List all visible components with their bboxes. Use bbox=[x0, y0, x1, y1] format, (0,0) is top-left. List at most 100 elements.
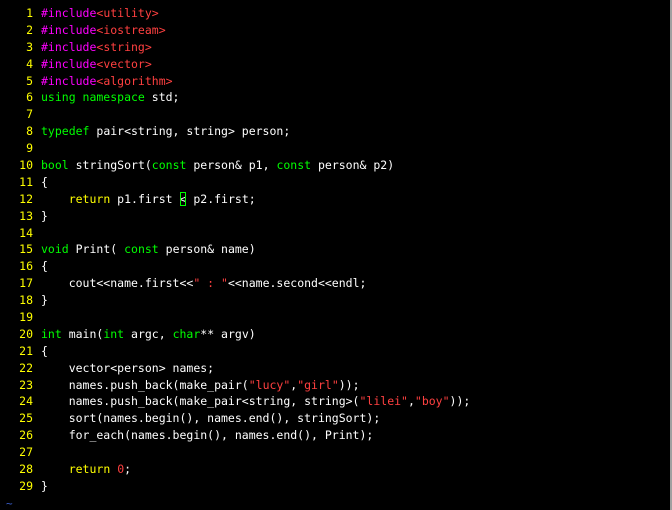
code-token: std; bbox=[144, 90, 180, 105]
code-token: void bbox=[41, 242, 69, 257]
line-number: 18 bbox=[19, 293, 33, 308]
code-token: <vector> bbox=[96, 56, 152, 71]
code-line[interactable]: 26 for_each(names.begin(), names.end(), … bbox=[0, 427, 670, 444]
line-number: 7 bbox=[26, 107, 33, 122]
code-token: "boy" bbox=[414, 394, 450, 409]
line-number: 26 bbox=[19, 428, 33, 443]
code-token: )); bbox=[449, 394, 471, 409]
code-line[interactable]: 22 vector<person> names; bbox=[0, 360, 670, 377]
code-token: #include bbox=[41, 56, 97, 71]
line-number: 11 bbox=[19, 174, 33, 189]
line-number: 21 bbox=[19, 343, 33, 358]
code-line[interactable]: 5 #include<algorithm> bbox=[0, 73, 670, 90]
code-token: )); bbox=[338, 377, 360, 392]
code-token: names.push_back(make_pair( bbox=[41, 377, 249, 392]
line-number: 27 bbox=[19, 445, 33, 460]
code-token: using namespace bbox=[41, 90, 145, 105]
code-token: } bbox=[41, 478, 48, 493]
code-token: #include bbox=[41, 22, 97, 37]
code-token: return bbox=[68, 462, 111, 477]
code-token: <algorithm> bbox=[96, 73, 173, 88]
code-token: names.push_back(make_pair<string, string… bbox=[41, 394, 360, 409]
code-line[interactable]: 17 cout<<name.first<<" : "<<name.second<… bbox=[0, 275, 670, 292]
code-line[interactable]: 16 { bbox=[0, 258, 670, 275]
code-line[interactable]: 15 void Print( const person& name) bbox=[0, 241, 670, 258]
code-token: bool bbox=[41, 158, 69, 173]
line-number: 25 bbox=[19, 411, 33, 426]
line-number: 22 bbox=[19, 360, 33, 375]
code-token: "lilei" bbox=[359, 394, 408, 409]
code-lines[interactable]: 1 #include<utility> 2 #include<iostream> 3 #i… bbox=[0, 5, 670, 495]
code-line[interactable]: 2 #include<iostream> bbox=[0, 22, 670, 39]
line-number: 13 bbox=[19, 208, 33, 223]
code-token: ** argv) bbox=[200, 326, 256, 341]
code-token: main( bbox=[61, 326, 104, 341]
code-token: argc, bbox=[124, 326, 173, 341]
line-number: 14 bbox=[19, 225, 33, 240]
code-line[interactable]: 13} bbox=[0, 208, 670, 225]
code-token: vector<person> names; bbox=[41, 360, 215, 375]
code-line[interactable]: 27 bbox=[0, 444, 670, 461]
empty-line-marker: ~ bbox=[6, 497, 13, 510]
code-token: person& name) bbox=[158, 242, 256, 257]
code-token: int bbox=[103, 326, 125, 341]
code-line[interactable]: 29} bbox=[0, 478, 670, 495]
code-token: } bbox=[41, 293, 48, 308]
line-number: 8 bbox=[26, 124, 33, 139]
code-line[interactable]: 18} bbox=[0, 292, 670, 309]
code-line[interactable]: 28 return 0; bbox=[0, 461, 670, 478]
code-line[interactable]: 24 names.push_back(make_pair<string, str… bbox=[0, 393, 670, 410]
code-token: stringSort( bbox=[68, 158, 152, 173]
code-token: cout<<name.first<< bbox=[41, 276, 194, 291]
code-token: for_each(names.begin(), names.end(), Pri… bbox=[41, 428, 374, 443]
code-token: const bbox=[124, 242, 159, 257]
code-token: { bbox=[41, 174, 48, 189]
line-number: 12 bbox=[19, 191, 33, 206]
code-line[interactable]: 23 names.push_back(make_pair("lucy","gir… bbox=[0, 377, 670, 394]
code-token: char bbox=[172, 326, 201, 341]
code-line[interactable]: 1 #include<utility> bbox=[0, 5, 670, 22]
code-token: { bbox=[41, 259, 48, 274]
code-token: "girl" bbox=[297, 377, 339, 392]
line-number: 23 bbox=[19, 377, 33, 392]
code-line[interactable]: 19 bbox=[0, 309, 670, 326]
code-token: <utility> bbox=[96, 6, 159, 20]
code-line[interactable]: 9 bbox=[0, 140, 670, 157]
line-number: 28 bbox=[19, 462, 33, 477]
code-line[interactable]: 4 #include<vector> bbox=[0, 56, 670, 73]
line-number: 17 bbox=[19, 276, 33, 291]
code-line[interactable]: 20 int main(int argc, char** argv) bbox=[0, 326, 670, 343]
code-line[interactable]: 6 using namespace std; bbox=[0, 89, 670, 106]
code-token: person& p2) bbox=[311, 158, 395, 173]
code-line[interactable]: 10 bool stringSort(const person& p1, cons… bbox=[0, 157, 670, 174]
code-token: <string> bbox=[96, 39, 152, 54]
code-token: " : " bbox=[193, 276, 228, 291]
line-number: 2 bbox=[26, 22, 33, 37]
code-line[interactable]: 14 bbox=[0, 225, 670, 242]
code-line[interactable]: 11 { bbox=[0, 174, 670, 191]
line-number: 10 bbox=[19, 158, 33, 173]
line-number: 6 bbox=[26, 90, 33, 105]
code-token: sort(names.begin(), names.end(), stringS… bbox=[41, 411, 381, 426]
code-line[interactable]: 3 #include<string> bbox=[0, 39, 670, 56]
code-token: typedef bbox=[41, 124, 90, 139]
code-token: #include bbox=[41, 39, 97, 54]
code-line[interactable]: 12 return p1.first < p2.first; bbox=[0, 191, 670, 208]
line-number: 5 bbox=[26, 73, 33, 88]
code-token: #include bbox=[41, 6, 97, 20]
code-token: pair<string, string> person; bbox=[89, 124, 291, 139]
code-line[interactable]: 8 typedef pair<string, string> person; bbox=[0, 123, 670, 140]
code-token: p1.first bbox=[110, 191, 180, 206]
code-token: <<name.second<<endl; bbox=[227, 276, 367, 291]
code-line[interactable]: 25 sort(names.begin(), names.end(), stri… bbox=[0, 410, 670, 427]
code-token: person& p1, bbox=[186, 158, 277, 173]
code-line[interactable]: 7 bbox=[0, 106, 670, 123]
code-token: const bbox=[151, 158, 187, 173]
line-number: 15 bbox=[19, 242, 33, 257]
code-editor[interactable]: 1 #include<utility> 2 #include<iostream> 3 #i… bbox=[0, 0, 672, 510]
line-number: 4 bbox=[26, 56, 33, 71]
line-number: 1 bbox=[26, 6, 33, 20]
code-line[interactable]: 21 { bbox=[0, 343, 670, 360]
code-token: "lucy" bbox=[248, 377, 291, 392]
